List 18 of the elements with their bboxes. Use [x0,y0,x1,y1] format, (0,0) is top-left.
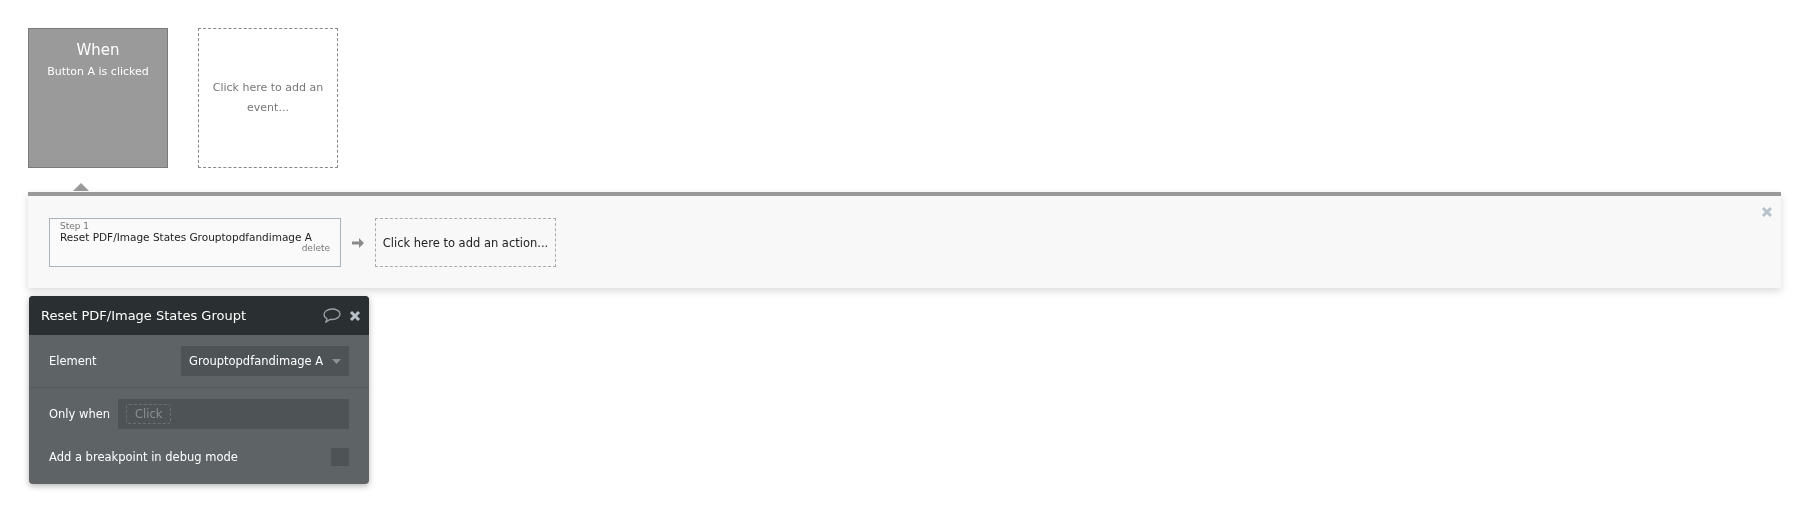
condition-field[interactable]: Click [118,399,349,429]
add-event-button[interactable]: Click here to add an event... [198,28,338,168]
delete-link[interactable]: delete [301,243,330,253]
element-dropdown[interactable]: Grouptopdfandimage A [181,346,349,376]
event-trigger: Button A is clicked [47,65,149,78]
breakpoint-label: Add a breakpoint in debug mode [49,450,238,464]
step-name: Reset PDF/Image States Grouptopdfandimage A [60,231,313,243]
only-when-label: Only when [49,407,111,421]
close-icon[interactable] [349,309,361,322]
event-title: When [76,41,120,59]
caret-icon [332,358,341,364]
comment-icon[interactable] [323,308,341,323]
arrow-right-icon [351,235,365,250]
step-label: Step 1 [60,221,91,231]
element-label: Element [49,354,97,368]
step-card[interactable]: Step 1 Reset PDF/Image States Grouptopdfandimage A delete [49,218,341,267]
action-title: Reset PDF/Image States Groupt [41,308,247,323]
add-action-button[interactable]: Click here to add an action... [375,218,556,267]
